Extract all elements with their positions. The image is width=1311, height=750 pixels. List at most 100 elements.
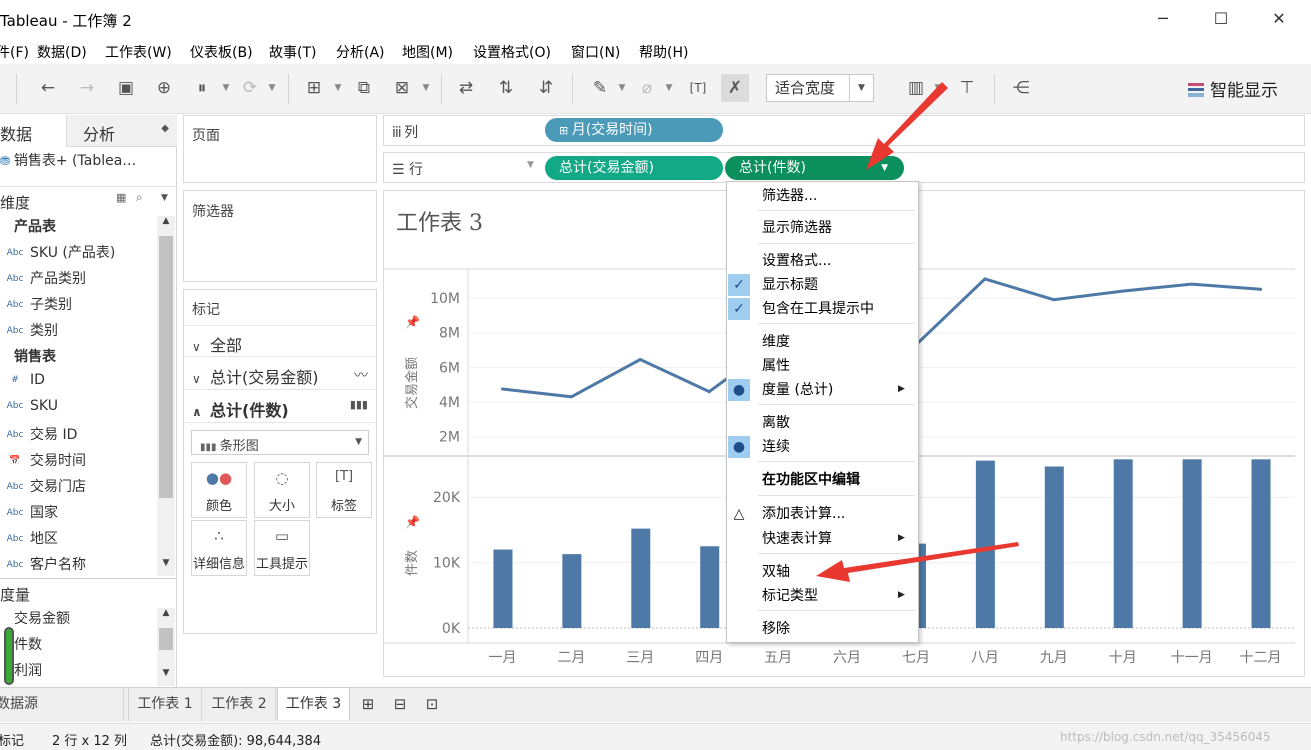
dimension-field[interactable]: Abc 地区 bbox=[0, 528, 156, 554]
detail-button[interactable]: ∴ 详细信息 bbox=[191, 520, 247, 576]
fit-width-select[interactable]: 适合宽度 ▼ bbox=[766, 74, 874, 102]
new-worksheet-tab-icon[interactable]: ⊞ bbox=[355, 688, 381, 721]
menu-format[interactable]: 设置格式(O) bbox=[473, 42, 551, 62]
measure-field[interactable]: 件数 bbox=[0, 634, 156, 660]
row-pill-amount[interactable]: 总计(交易金额) bbox=[545, 156, 723, 180]
filters-card[interactable]: 筛选器 bbox=[183, 190, 377, 282]
size-button[interactable]: ◌ 大小 bbox=[254, 462, 310, 518]
back-icon[interactable]: ← bbox=[34, 74, 62, 102]
dimension-field[interactable]: Abc 类别 bbox=[0, 320, 156, 346]
show-me-button[interactable]: 智能显示 bbox=[1188, 76, 1278, 102]
pause-updates-icon[interactable]: ⏸ bbox=[188, 74, 216, 102]
scroll-down-icon[interactable]: ▼ bbox=[157, 558, 175, 574]
columns-shelf[interactable]: iii 列 bbox=[383, 115, 1305, 146]
new-dashboard-tab-icon[interactable]: ⊟ bbox=[387, 688, 413, 721]
context-menu-item[interactable]: 在功能区中编辑 bbox=[727, 468, 917, 492]
show-labels-icon[interactable]: [T] bbox=[684, 74, 712, 102]
context-menu-item[interactable]: 添加表计算... bbox=[727, 502, 917, 526]
chevron-down-icon[interactable]: ▼ bbox=[161, 193, 168, 203]
dimensions-scrollbar[interactable]: ▲ ▼ bbox=[157, 216, 175, 576]
save-icon[interactable]: ▣ bbox=[112, 74, 140, 102]
context-menu-item[interactable]: 属性 bbox=[727, 354, 917, 378]
dimension-field[interactable]: 📅 交易时间 bbox=[0, 450, 156, 476]
presentation-mode-icon[interactable]: ⊤ bbox=[953, 74, 981, 102]
menu-worksheet[interactable]: 工作表(W) bbox=[105, 42, 172, 62]
color-button[interactable]: ●● 颜色 bbox=[191, 462, 247, 518]
tooltip-button[interactable]: ▭ 工具提示 bbox=[254, 520, 310, 576]
tab-sheet-2[interactable]: 工作表 2 bbox=[203, 688, 276, 721]
marks-count-row[interactable]: ∧ 总计(件数) ▮▮▮ bbox=[184, 391, 376, 423]
context-menu-item[interactable]: 设置格式... bbox=[727, 249, 917, 273]
context-menu-item[interactable]: 连续 bbox=[727, 435, 917, 459]
column-pill-month[interactable]: ⊞ 月(交易时间) bbox=[545, 118, 723, 142]
context-menu-item[interactable]: 维度 bbox=[727, 330, 917, 354]
maximize-button[interactable]: ☐ bbox=[1198, 6, 1244, 32]
new-datasource-icon[interactable]: ⊕ bbox=[150, 74, 178, 102]
scroll-down-icon[interactable]: ▼ bbox=[157, 668, 175, 684]
dimension-field[interactable]: Abc SKU (产品表) bbox=[0, 242, 156, 268]
chevron-down-icon[interactable]: ▼ bbox=[421, 74, 431, 102]
scroll-up-icon[interactable]: ▲ bbox=[157, 216, 175, 232]
chevron-down-icon[interactable]: ▼ bbox=[333, 74, 343, 102]
context-menu-item[interactable]: 筛选器... bbox=[727, 184, 917, 208]
dimension-field[interactable]: Abc 交易 ID bbox=[0, 424, 156, 450]
dimension-group[interactable]: 销售表 bbox=[0, 346, 156, 372]
scroll-up-icon[interactable]: ▲ bbox=[157, 608, 175, 624]
datasource-item[interactable]: ⛃ 销售表+ (Tablea… bbox=[0, 150, 176, 180]
chevron-down-icon[interactable]: ▼ bbox=[221, 74, 231, 102]
refresh-icon[interactable]: ⟳ bbox=[236, 74, 264, 102]
menu-story[interactable]: 故事(T) bbox=[269, 42, 316, 62]
measure-field[interactable]: 交易金额 bbox=[0, 608, 156, 634]
datasource-tab[interactable]: 数据源 bbox=[0, 688, 124, 721]
menu-help[interactable]: 帮助(H) bbox=[639, 42, 688, 62]
tab-data[interactable]: 数据 bbox=[0, 115, 66, 147]
measures-scrollbar[interactable]: ▲ ▼ bbox=[157, 608, 175, 686]
context-menu-item[interactable]: 离散 bbox=[727, 411, 917, 435]
dimension-field[interactable]: Abc 交易门店 bbox=[0, 476, 156, 502]
chevron-down-icon[interactable]: ▼ bbox=[527, 160, 534, 170]
marks-amount-row[interactable]: ∨ 总计(交易金额) 〰 bbox=[184, 358, 376, 390]
marks-all-row[interactable]: ∨ 全部 bbox=[184, 325, 376, 357]
mark-type-select[interactable]: ▮▮▮ 条形图 ▼ bbox=[191, 430, 369, 455]
dimension-field[interactable]: Abc 客户名称 bbox=[0, 554, 156, 580]
chevron-down-icon[interactable]: ▼ bbox=[267, 74, 277, 102]
context-menu-item[interactable]: 显示筛选器 bbox=[727, 216, 917, 240]
share-icon[interactable]: ⋲ bbox=[1007, 74, 1035, 102]
measure-field[interactable]: 利润 bbox=[0, 660, 156, 686]
search-icon[interactable]: ⌕ bbox=[136, 190, 143, 205]
tab-sheet-1[interactable]: 工作表 1 bbox=[128, 688, 202, 721]
menu-dashboard[interactable]: 仪表板(B) bbox=[190, 42, 253, 62]
chevron-down-icon[interactable]: ▼ bbox=[664, 74, 674, 102]
dimension-field[interactable]: Abc SKU bbox=[0, 398, 156, 424]
clear-sheet-icon[interactable]: ⊠ bbox=[388, 74, 416, 102]
minimize-button[interactable]: ─ bbox=[1140, 6, 1186, 32]
tab-analysis[interactable]: 分析 ◆ bbox=[66, 115, 177, 147]
context-menu-item[interactable]: 显示标题 bbox=[727, 273, 917, 297]
dimension-field[interactable]: Abc 国家 bbox=[0, 502, 156, 528]
group-icon[interactable]: ⌀ bbox=[633, 74, 661, 102]
menu-window[interactable]: 窗口(N) bbox=[571, 42, 620, 62]
scrollbar-thumb[interactable] bbox=[159, 628, 173, 650]
new-story-tab-icon[interactable]: ⊡ bbox=[419, 688, 445, 721]
menu-data[interactable]: 数据(D) bbox=[37, 42, 87, 62]
scrollbar-thumb[interactable] bbox=[159, 236, 173, 498]
close-button[interactable]: ✕ bbox=[1256, 6, 1302, 32]
context-menu-item[interactable]: 移除 bbox=[727, 617, 917, 641]
new-worksheet-icon[interactable]: ⊞ bbox=[300, 74, 328, 102]
dimension-group[interactable]: 产品表 bbox=[0, 216, 156, 242]
chevron-down-icon[interactable]: ▼ bbox=[617, 74, 627, 102]
sort-descending-icon[interactable]: ⇵ bbox=[532, 74, 560, 102]
forward-icon[interactable]: → bbox=[73, 74, 101, 102]
menu-analysis[interactable]: 分析(A) bbox=[336, 42, 385, 62]
grid-view-icon[interactable]: ▦ bbox=[116, 191, 126, 204]
dimension-field[interactable]: Abc 产品类别 bbox=[0, 268, 156, 294]
sort-ascending-icon[interactable]: ⇅ bbox=[492, 74, 520, 102]
highlight-icon[interactable]: ✎ bbox=[586, 74, 614, 102]
tab-sheet-3[interactable]: 工作表 3 bbox=[277, 687, 350, 720]
pin-axis-icon[interactable]: ✗ bbox=[721, 74, 749, 102]
pages-card[interactable]: 页面 bbox=[183, 115, 377, 183]
dimension-field[interactable]: # ID bbox=[0, 372, 156, 398]
duplicate-icon[interactable]: ⧉ bbox=[350, 74, 378, 102]
label-button[interactable]: [T] 标签 bbox=[316, 462, 372, 518]
context-menu-item[interactable]: 度量 (总计) bbox=[727, 378, 917, 402]
